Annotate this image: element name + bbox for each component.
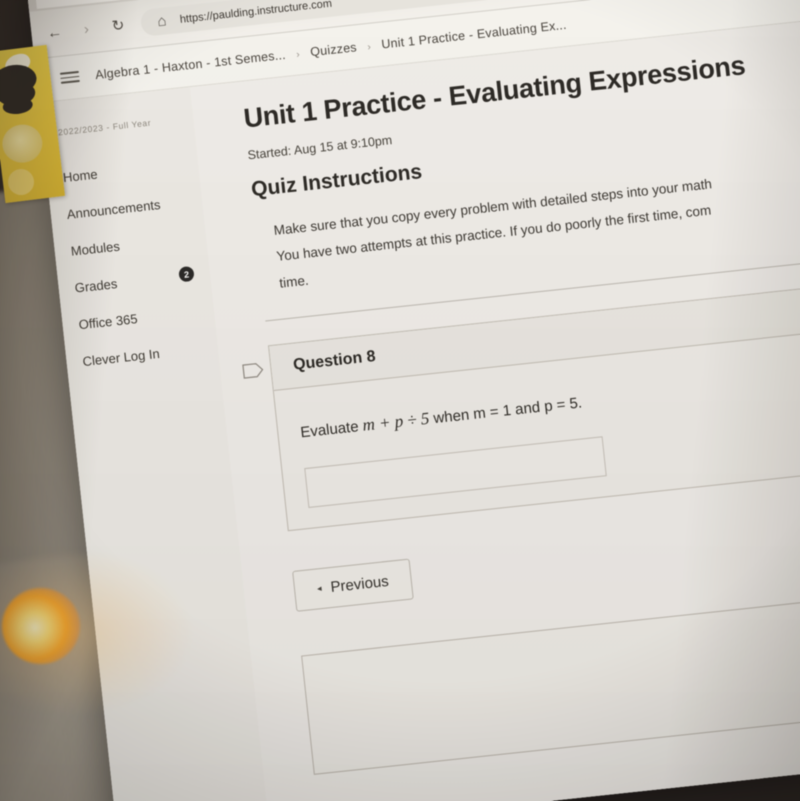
previous-button[interactable]: ◂ Previous (292, 558, 414, 612)
previous-button-label: Previous (329, 572, 390, 596)
photo-of-laptop-screen: Instructional Technology ← › ↻ ⌂ https:/… (0, 0, 800, 801)
sidebar-term-label: 2022/2023 - Full Year (57, 117, 152, 138)
prompt-divide-five: ÷ 5 (402, 408, 431, 431)
breadcrumb-separator-icon: › (366, 41, 372, 53)
bee-body-icon (0, 62, 39, 98)
question-block: Question 8 Evaluate m + p ÷ 5 when m = 1… (242, 276, 800, 532)
flag-outline-icon[interactable] (242, 362, 264, 379)
forward-icon[interactable]: › (77, 21, 96, 38)
breadcrumb-item-course[interactable]: Algebra 1 - Haxton - 1st Semes... (94, 47, 286, 81)
bee-face-icon (0, 122, 45, 165)
sidebar-item-label: Announcements (66, 197, 162, 222)
sidebar-item-label: Clever Log In (81, 345, 161, 370)
reload-icon[interactable]: ↻ (108, 17, 127, 35)
lamp-glare (2, 588, 80, 664)
hamburger-icon[interactable] (59, 71, 80, 84)
breadcrumb-item-quizzes[interactable]: Quizzes (310, 40, 358, 59)
grades-unread-badge: 2 (178, 265, 195, 283)
breadcrumb-item-quiz[interactable]: Unit 1 Practice - Evaluating Ex... (381, 17, 567, 51)
breadcrumb-separator-icon: › (295, 48, 301, 61)
caret-left-icon: ◂ (316, 582, 323, 594)
next-question-card (301, 586, 800, 775)
question-card: Question 8 Evaluate m + p ÷ 5 when m = 1… (267, 276, 800, 532)
answer-input[interactable] (304, 436, 607, 508)
sidebar-item-label: Home (62, 166, 99, 186)
prompt-operator-plus: + (373, 412, 396, 434)
address-bar-url: https://paulding.instructure.com (179, 0, 333, 26)
sidebar-item-label: Grades (74, 276, 118, 296)
prompt-suffix: when m = 1 and p = 5. (428, 394, 583, 428)
sidebar-item-label: Office 365 (77, 311, 139, 333)
prompt-prefix: Evaluate (299, 417, 364, 442)
bee-dot-icon (6, 167, 36, 197)
sidebar-item-label: Modules (70, 238, 121, 259)
site-lock-icon: ⌂ (156, 12, 168, 31)
back-icon[interactable]: ← (45, 24, 64, 42)
quiz-content: Unit 1 Practice - Evaluating Expressions… (190, 9, 800, 801)
